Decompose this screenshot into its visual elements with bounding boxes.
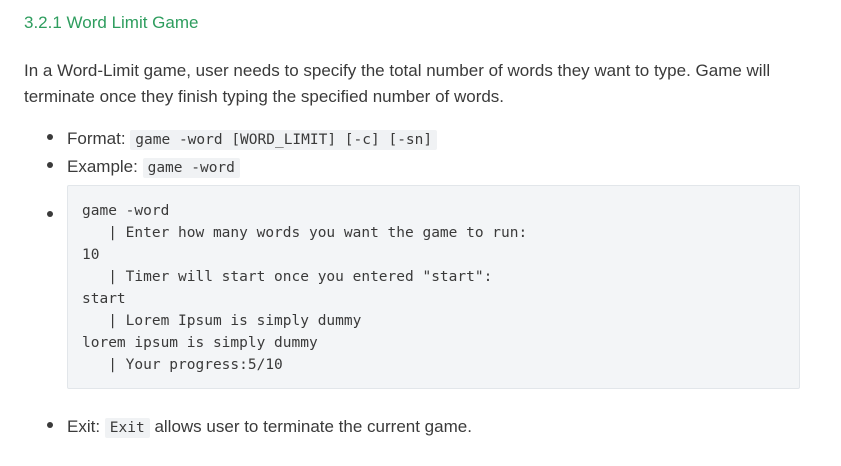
- section-heading: 3.2.1 Word Limit Game: [24, 13, 199, 32]
- code-line: | Lorem Ipsum is simply dummy: [82, 313, 362, 329]
- code-line: game -word: [82, 203, 170, 219]
- code-line: 10: [82, 247, 100, 263]
- bullet-dot-icon: [47, 422, 53, 428]
- intro-paragraph: In a Word-Limit game, user needs to spec…: [24, 61, 771, 106]
- code-block: game -word | Enter how many words you wa…: [67, 185, 800, 389]
- example-code: game -word: [142, 158, 240, 178]
- exit-code: Exit: [104, 418, 150, 438]
- code-line: lorem ipsum is simply dummy: [82, 335, 318, 351]
- bullet-dot-icon: [47, 211, 53, 217]
- code-line: start: [82, 291, 126, 307]
- format-code: game -word [WORD_LIMIT] [-c] [-sn]: [130, 130, 438, 150]
- feature-list: Format: game -word [WORD_LIMIT] [-c] [-s…: [40, 125, 820, 441]
- code-line: | Timer will start once you entered "sta…: [82, 269, 493, 285]
- bullet-dot-icon: [47, 162, 53, 168]
- list-item-code-sample: game -word | Enter how many words you wa…: [40, 185, 820, 389]
- list-item-exit: Exit: Exit allows user to terminate the …: [40, 413, 820, 441]
- code-line: | Your progress:5/10: [82, 357, 283, 373]
- example-label: Example:: [67, 157, 143, 176]
- list-item-example: Example: game -word: [40, 153, 820, 181]
- bullet-dot-icon: [47, 134, 53, 140]
- code-line: | Enter how many words you want the game…: [82, 225, 528, 241]
- exit-text: allows user to terminate the current gam…: [149, 417, 472, 436]
- list-item-format: Format: game -word [WORD_LIMIT] [-c] [-s…: [40, 125, 820, 153]
- format-label: Format:: [67, 129, 131, 148]
- exit-label: Exit:: [67, 417, 105, 436]
